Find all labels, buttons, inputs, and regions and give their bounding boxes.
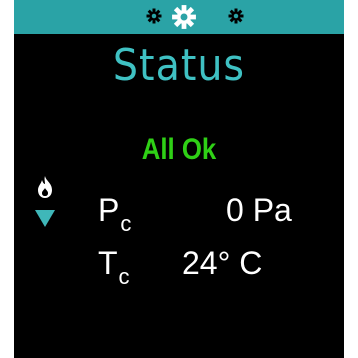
screen-title: Status xyxy=(112,40,246,91)
gear-icon[interactable] xyxy=(227,5,245,31)
pressure-value: 0 Pa xyxy=(226,192,292,228)
status-text: All Ok xyxy=(141,133,217,166)
temperature-value: 24° C xyxy=(182,245,263,281)
gear-icon[interactable] xyxy=(171,2,197,36)
pressure-label: Pc xyxy=(98,192,132,236)
gear-icon[interactable] xyxy=(145,5,163,31)
arrow-down-icon[interactable] xyxy=(34,208,56,232)
flame-icon xyxy=(35,175,55,203)
temperature-label: Tc xyxy=(98,245,130,289)
device-screen: Status All Ok Pc 0 Pa Tc 24° C xyxy=(14,0,344,358)
header-bar xyxy=(14,0,344,34)
